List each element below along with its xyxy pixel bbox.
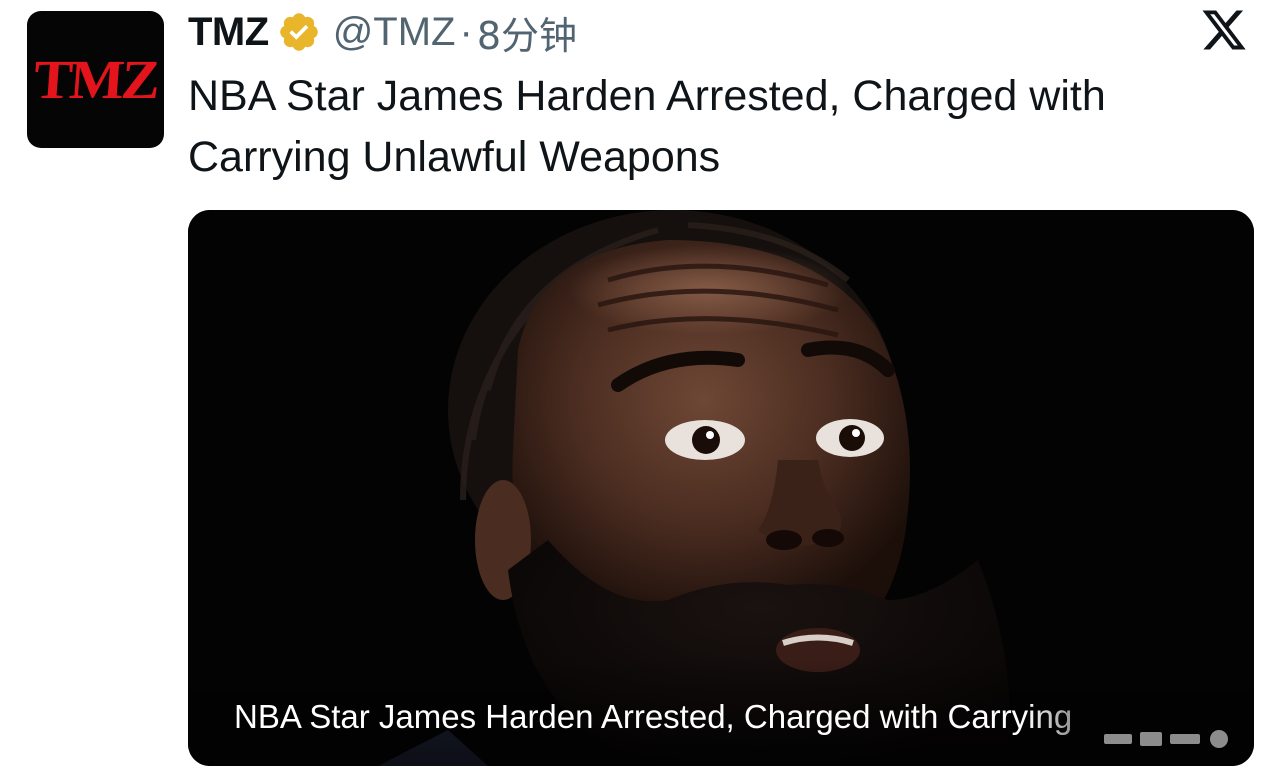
media-caption: NBA Star James Harden Arrested, Charged … (234, 698, 1073, 735)
user-handle[interactable]: @TMZ (333, 10, 456, 55)
separator-dot: · (459, 9, 473, 54)
watermark-icon (1104, 730, 1228, 748)
tweet-text: NBA Star James Harden Arrested, Charged … (188, 72, 1106, 181)
tweet-media[interactable]: NBA Star James Harden Arrested, Charged … (188, 210, 1254, 766)
display-name[interactable]: TMZ (188, 10, 269, 55)
avatar-logo-text: TMZ (31, 48, 160, 110)
verified-badge-icon (279, 13, 318, 51)
tmz-avatar[interactable]: TMZ (27, 11, 164, 148)
tweet-header: TMZ @TMZ · 8分钟 (188, 6, 577, 58)
x-logo-icon[interactable] (1199, 6, 1249, 54)
tweet-timestamp[interactable]: 8分钟 (477, 5, 577, 60)
